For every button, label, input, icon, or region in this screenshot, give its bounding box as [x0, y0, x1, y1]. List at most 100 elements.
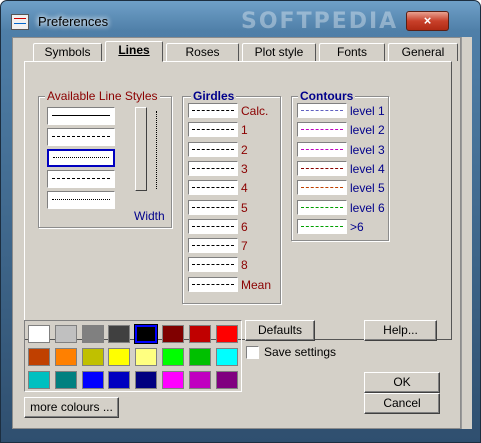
watermark-text: SOFTPEDIA: [241, 9, 399, 34]
contour-line-sample: [301, 129, 343, 131]
line-style-dashdotdot[interactable]: [47, 191, 115, 209]
cancel-button[interactable]: Cancel: [364, 393, 440, 414]
girdle-label: Calc.: [241, 104, 269, 118]
girdle-line-swatch[interactable]: [188, 218, 238, 234]
girdle-line-swatch[interactable]: [188, 103, 238, 118]
save-settings-checkbox[interactable]: [246, 346, 259, 359]
line-style-solid[interactable]: [47, 107, 115, 125]
contour-line-sample: [301, 167, 343, 169]
contour-label: level 1: [350, 104, 385, 118]
scrollbar[interactable]: [461, 37, 472, 429]
color-swatch[interactable]: [188, 371, 211, 389]
contour-label: level 6: [350, 200, 385, 215]
color-swatch[interactable]: [54, 371, 77, 389]
contour-line-swatch[interactable]: [297, 103, 347, 118]
color-swatch[interactable]: [81, 348, 104, 366]
color-swatch[interactable]: [28, 325, 50, 343]
close-button[interactable]: ×: [406, 11, 449, 31]
color-swatch[interactable]: [54, 325, 77, 343]
color-swatch[interactable]: [81, 325, 104, 343]
contour-line-swatch[interactable]: [297, 160, 347, 176]
line-styles-title: Available Line Styles: [45, 89, 160, 103]
girdle-label: 7: [241, 239, 248, 254]
girdle-line-sample: [192, 225, 234, 227]
help-button[interactable]: Help...: [364, 320, 437, 341]
ok-button[interactable]: OK: [364, 372, 440, 393]
tab-fonts[interactable]: Fonts: [319, 43, 385, 61]
line-style-dashdot[interactable]: [47, 170, 115, 188]
color-swatch[interactable]: [81, 371, 104, 389]
color-swatch[interactable]: [108, 325, 131, 343]
girdle-label: Mean: [241, 277, 272, 292]
girdle-label: 6: [241, 219, 248, 234]
contour-label: level 4: [350, 161, 385, 176]
girdles-title: Girdles: [191, 89, 237, 103]
lines-tab-panel: Available Line Styles Width Girdles Calc…: [24, 61, 452, 340]
contour-line-swatch[interactable]: [297, 218, 347, 234]
contour-line-sample: [301, 225, 343, 227]
girdle-line-swatch[interactable]: [188, 160, 238, 176]
girdle-line-sample: [192, 187, 234, 189]
color-swatch[interactable]: [162, 325, 184, 343]
color-swatch[interactable]: [162, 348, 184, 366]
defaults-button[interactable]: Defaults: [245, 320, 315, 341]
tab-roses[interactable]: Roses: [166, 43, 239, 61]
color-swatch[interactable]: [108, 371, 131, 389]
color-swatch[interactable]: [215, 371, 238, 389]
color-swatch[interactable]: [188, 348, 211, 366]
tab-lines[interactable]: Lines: [105, 41, 163, 62]
color-palette: [24, 320, 242, 392]
girdle-line-swatch[interactable]: [188, 141, 238, 157]
width-slider-thumb[interactable]: [135, 107, 147, 191]
width-label: Width: [134, 209, 165, 223]
line-styles-group: Available Line Styles Width: [38, 89, 172, 228]
contour-label: level 5: [350, 181, 385, 196]
color-swatch[interactable]: [215, 325, 238, 343]
color-swatch[interactable]: [188, 325, 211, 343]
tab-plot-style[interactable]: Plot style: [242, 43, 316, 61]
girdle-line-sample: [192, 283, 234, 285]
contours-title: Contours: [298, 89, 356, 103]
contour-label: >6: [350, 219, 364, 234]
color-swatch[interactable]: [134, 324, 159, 344]
tab-general[interactable]: General: [388, 43, 458, 61]
girdle-label: 5: [241, 200, 248, 215]
contour-line-swatch[interactable]: [297, 180, 347, 196]
girdle-line-swatch[interactable]: [188, 238, 238, 254]
girdle-label: 1: [241, 123, 248, 138]
title-bar[interactable]: Preferences SOFTPEDIA ×: [1, 1, 480, 37]
color-swatch[interactable]: [215, 348, 238, 366]
color-swatch[interactable]: [135, 371, 158, 389]
girdle-label: 2: [241, 142, 248, 157]
contour-line-sample: [301, 110, 343, 111]
color-swatch[interactable]: [135, 348, 158, 366]
line-style-dot[interactable]: [47, 149, 115, 167]
girdles-group: Girdles Calc. 1 2 3 4 5 6 7 8 Mean: [182, 89, 281, 304]
line-style-dash[interactable]: [47, 128, 115, 146]
girdle-line-swatch[interactable]: [188, 276, 238, 292]
contour-label: level 3: [350, 142, 385, 157]
window-title: Preferences: [38, 14, 109, 29]
girdle-line-swatch[interactable]: [188, 199, 238, 215]
girdle-line-sample: [192, 129, 234, 131]
girdle-line-swatch[interactable]: [188, 122, 238, 138]
more-colours-button[interactable]: more colours ...: [24, 397, 119, 418]
contour-line-swatch[interactable]: [297, 199, 347, 215]
app-icon: [11, 14, 29, 30]
contour-line-swatch[interactable]: [297, 141, 347, 157]
girdle-line-sample: [192, 110, 234, 111]
girdle-line-sample: [192, 167, 234, 169]
color-swatch[interactable]: [108, 348, 131, 366]
color-swatch[interactable]: [28, 348, 50, 366]
color-swatch[interactable]: [54, 348, 77, 366]
color-swatch[interactable]: [28, 371, 50, 389]
contours-group: Contours level 1 level 2 level 3 level 4 lev…: [291, 89, 389, 241]
girdle-line-sample: [192, 245, 234, 247]
contour-line-swatch[interactable]: [297, 122, 347, 138]
tab-symbols[interactable]: Symbols: [33, 43, 102, 61]
save-settings-label: Save settings: [264, 345, 337, 359]
girdle-line-swatch[interactable]: [188, 180, 238, 196]
girdle-line-swatch[interactable]: [188, 257, 238, 273]
color-swatch[interactable]: [162, 371, 184, 389]
girdle-line-sample: [192, 206, 234, 208]
